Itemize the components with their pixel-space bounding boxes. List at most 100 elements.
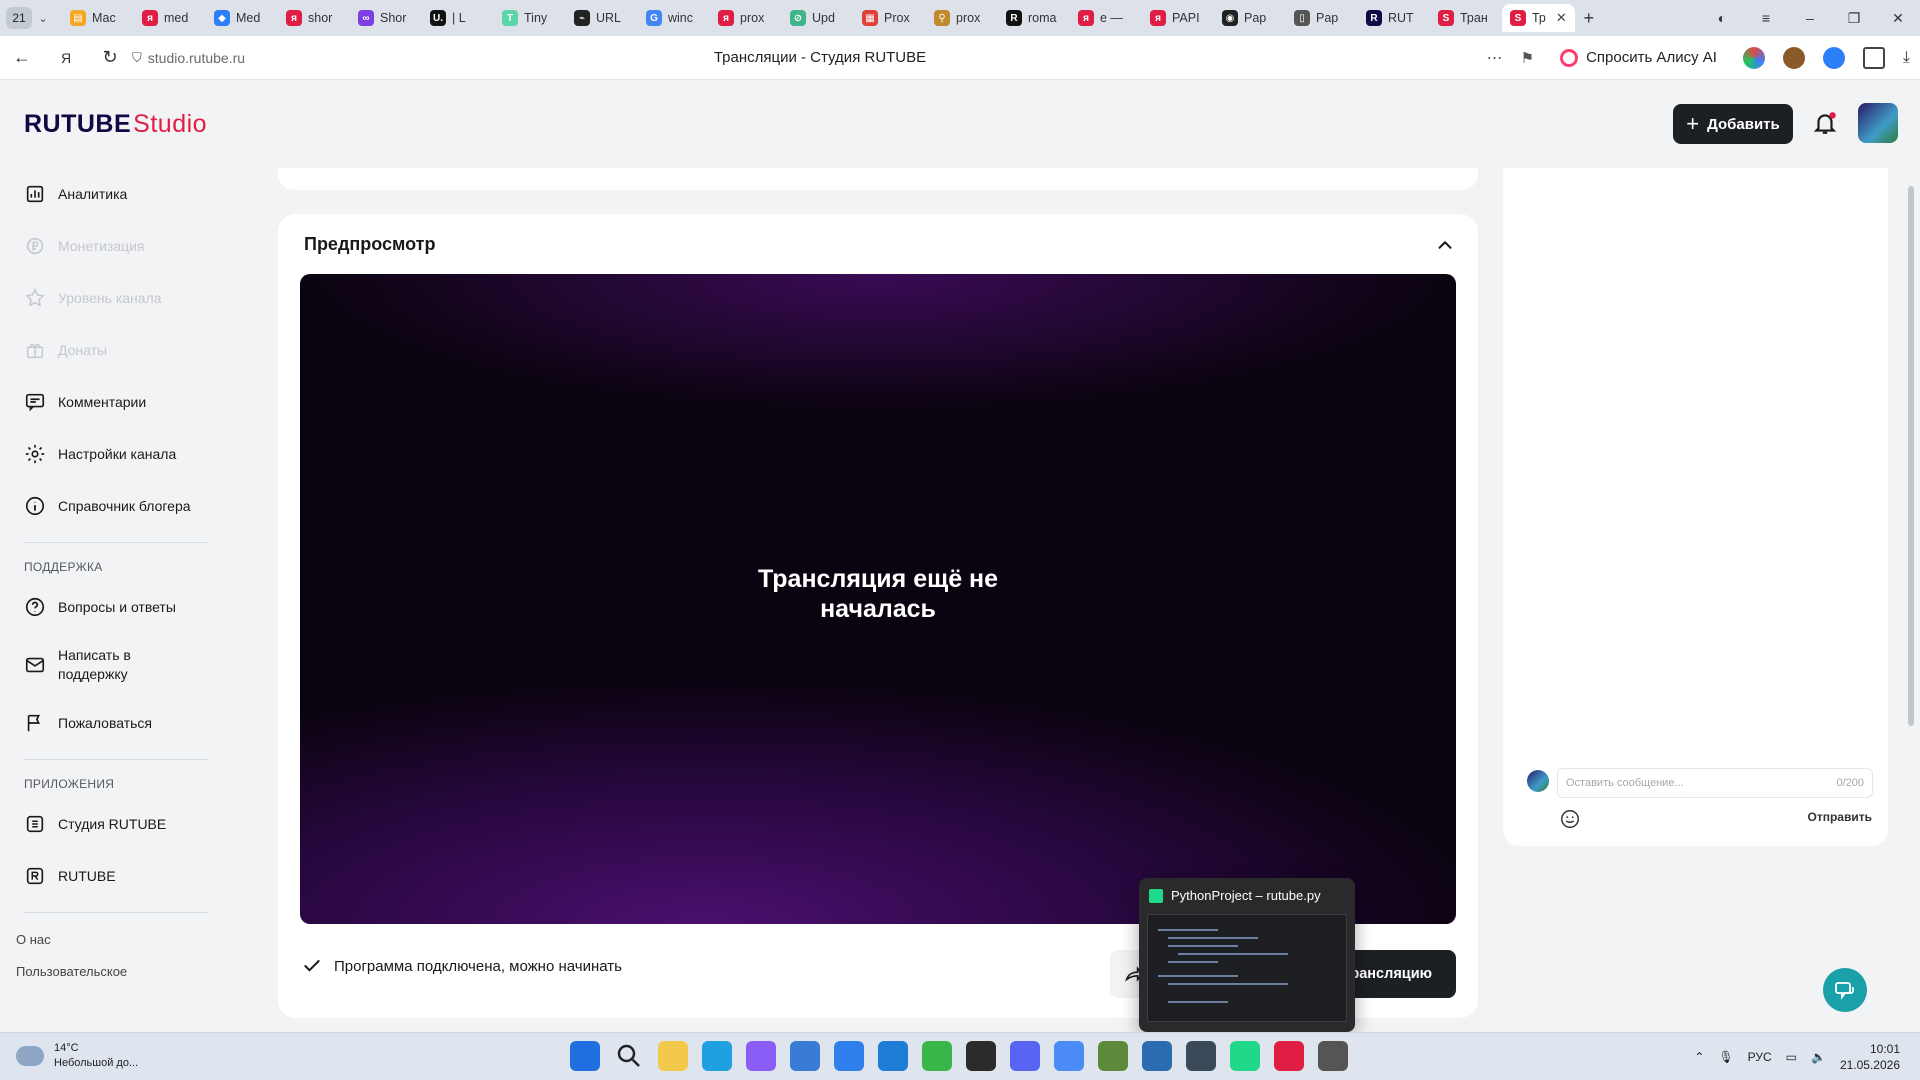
browser-tab[interactable]: я prox (710, 4, 782, 32)
file-explorer-icon[interactable] (658, 1041, 688, 1071)
chrome-icon[interactable] (1054, 1041, 1084, 1071)
torrent-icon[interactable] (922, 1041, 952, 1071)
sidebar-item-label: Уровень канала (58, 290, 162, 306)
cookie-extension-icon[interactable] (1782, 46, 1805, 69)
footer-link[interactable]: О нас (0, 923, 220, 955)
menu-icon[interactable]: ≡ (1744, 10, 1788, 26)
restore-button[interactable]: ❐ (1832, 10, 1876, 27)
clock[interactable]: 10:01 21.05.2026 (1840, 1041, 1900, 1073)
browser-tab[interactable]: ▯ Pap (1286, 4, 1358, 32)
sidebar-item[interactable]: Справочник блогера (0, 480, 220, 532)
footer-link[interactable]: Пользовательское (0, 955, 220, 987)
chat-user-avatar (1527, 770, 1549, 792)
page-scrollbar[interactable] (1906, 168, 1916, 1030)
extension-puzzle-icon[interactable] (1742, 46, 1765, 69)
yandex-browser-icon[interactable] (1274, 1041, 1304, 1071)
notifications-bell-icon[interactable] (1812, 110, 1838, 136)
chat-message-input[interactable]: Оставить сообщение... 0/200 (1557, 768, 1873, 798)
close-window-button[interactable]: ✕ (1876, 10, 1920, 27)
tab-label: PAPI (1172, 11, 1200, 25)
download-icon[interactable]: ⤓ (1903, 49, 1910, 67)
url-field[interactable]: studio.rutube.ru (148, 50, 448, 66)
browser-menu-icon[interactable]: ◐ (1700, 10, 1744, 26)
browser-tab[interactable]: Gwinc (638, 4, 710, 32)
browser-tab[interactable]: я PAPI (1142, 4, 1214, 32)
info-extension-icon[interactable] (1822, 46, 1845, 69)
network-icon[interactable]: ▭ (1786, 1050, 1797, 1064)
shield-icon[interactable]: ⛉ (132, 50, 142, 66)
sidebar-item[interactable]: Настройки канала (0, 428, 220, 480)
browser-tab[interactable]: R RUT (1358, 4, 1430, 32)
comment-icon (24, 391, 46, 413)
emoji-icon[interactable] (1559, 808, 1581, 830)
bookmark-icon[interactable]: ⚑ (1521, 49, 1534, 67)
volume-icon[interactable]: 🔈 (1811, 1050, 1826, 1064)
tab-label: Upd (812, 11, 835, 25)
browser-tab[interactable]: я shor (278, 4, 350, 32)
chatgpt-icon[interactable] (1318, 1041, 1348, 1071)
browser-tab[interactable]: ∞ Shor (350, 4, 422, 32)
yandex-home-icon[interactable]: Я (44, 50, 88, 66)
pycharm-icon[interactable] (1230, 1041, 1260, 1071)
sidebar-item[interactable]: Аналитика (0, 168, 220, 220)
browser-tab[interactable]: ⌁ URL (566, 4, 638, 32)
minecraft-icon[interactable] (1098, 1041, 1128, 1071)
browser-tab[interactable]: ◉ Pap (1214, 4, 1286, 32)
add-button[interactable]: + Добавить (1673, 104, 1793, 144)
tab-label: e — (1100, 11, 1123, 25)
microphone-icon[interactable]: 🎙 (1718, 1050, 1733, 1064)
weather-widget[interactable]: 14°C Небольшой до... (16, 1041, 138, 1071)
browser-tab[interactable]: S Тр ✕ (1502, 4, 1575, 32)
store-icon[interactable] (790, 1041, 820, 1071)
sidebar-item[interactable]: Студия RUTUBE (0, 798, 220, 850)
chat-send-button[interactable]: Отправить (1808, 810, 1872, 824)
mail-app-icon[interactable] (834, 1041, 864, 1071)
browser-tab[interactable]: S Тран (1430, 4, 1502, 32)
browser-tab[interactable]: ▦ Prox (854, 4, 926, 32)
minimize-button[interactable]: – (1788, 10, 1832, 26)
language-indicator[interactable]: РУС (1748, 1050, 1772, 1064)
tab-list-chevron-icon[interactable]: ⌄ (32, 12, 54, 25)
video-player[interactable]: Трансляция ещё не началась (300, 274, 1456, 924)
close-tab-icon[interactable]: ✕ (1556, 10, 1567, 26)
browser-tab[interactable]: ⚲ prox (926, 4, 998, 32)
sidebar-item[interactable]: RUTUBE (0, 850, 220, 902)
new-tab-button[interactable]: + (1575, 8, 1603, 29)
sidebar-item[interactable]: Вопросы и ответы (0, 581, 220, 633)
browser-tab[interactable]: ▤ Мас (62, 4, 134, 32)
chevron-up-tray-icon[interactable]: ⌃ (1694, 1050, 1704, 1064)
sidebar-item[interactable]: Написать в поддержку (0, 633, 220, 697)
ask-alice-button[interactable]: Спросить Алису AI (1552, 48, 1725, 67)
help-chat-button[interactable] (1823, 968, 1867, 1012)
terminal-icon[interactable] (966, 1041, 996, 1071)
browser-tab[interactable]: T Tiny (494, 4, 566, 32)
browser-tab[interactable]: ◆ Med (206, 4, 278, 32)
edge-icon[interactable] (702, 1041, 732, 1071)
sidebar: Аналитика Монетизация Уровень канала Донаты… (0, 168, 220, 1030)
reload-button[interactable]: ↻ (88, 47, 132, 68)
app-icon[interactable] (1186, 1041, 1216, 1071)
m365-icon[interactable] (746, 1041, 776, 1071)
scrollbar-thumb[interactable] (1908, 186, 1914, 726)
channel-avatar[interactable] (1858, 103, 1898, 143)
vs-icon[interactable] (1142, 1041, 1172, 1071)
sidebar-item[interactable]: Пожаловаться (0, 697, 220, 749)
vscode-icon[interactable] (878, 1041, 908, 1071)
sidebar-item[interactable]: Комментарии (0, 376, 220, 428)
browser-tab[interactable]: Rroma (998, 4, 1070, 32)
back-button[interactable]: ← (0, 47, 44, 68)
more-icon[interactable]: ⋯ (1487, 48, 1503, 68)
tab-count-badge[interactable]: 21 (6, 7, 32, 29)
rutube-studio-logo[interactable]: RUTUBEStudio (24, 110, 207, 139)
taskbar-window-preview[interactable]: PythonProject – rutube.py (1139, 878, 1355, 1032)
windows-start-icon[interactable] (570, 1041, 600, 1071)
collections-icon[interactable] (1862, 46, 1885, 69)
chevron-up-icon[interactable] (1434, 234, 1456, 256)
clock-time: 10:01 (1869, 1042, 1900, 1056)
browser-tab[interactable]: U. | L (422, 4, 494, 32)
browser-tab[interactable]: я e — (1070, 4, 1142, 32)
browser-tab[interactable]: я med (134, 4, 206, 32)
discord-icon[interactable] (1010, 1041, 1040, 1071)
browser-tab[interactable]: ⊘ Upd (782, 4, 854, 32)
search-icon[interactable] (614, 1041, 644, 1071)
